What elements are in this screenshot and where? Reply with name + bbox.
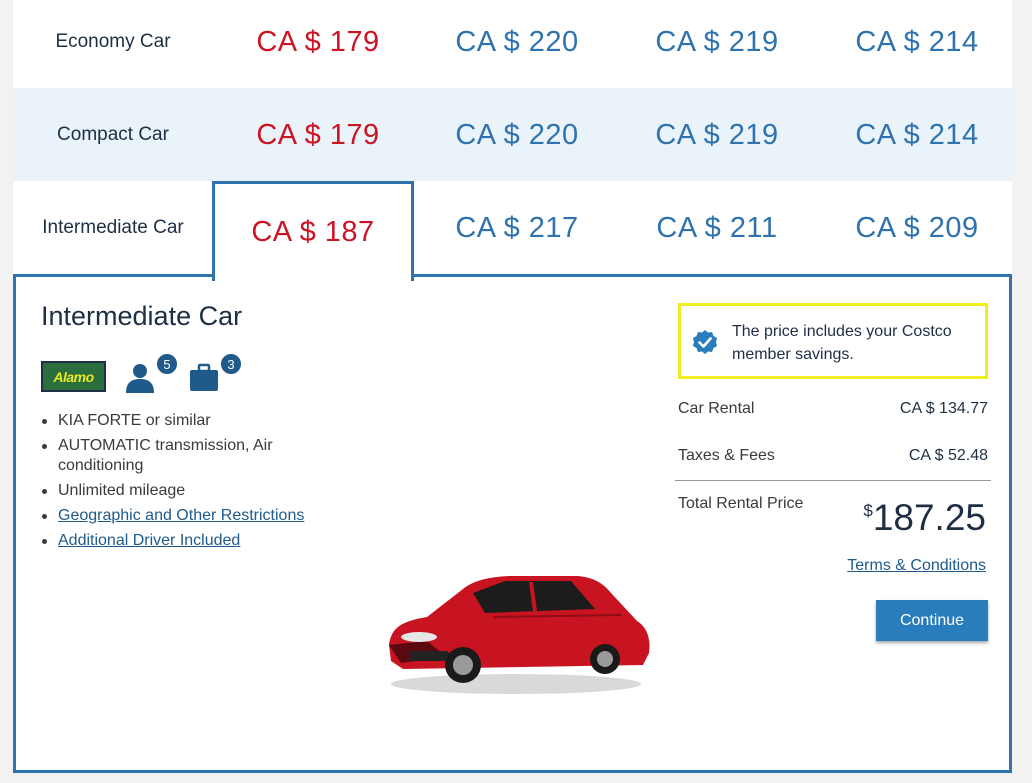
car-category-label: Economy Car: [55, 31, 171, 52]
terms-conditions-link[interactable]: Terms & Conditions: [847, 557, 986, 575]
total-price-value: $187.25: [863, 497, 986, 539]
rate-detail-panel: Intermediate Car Alamo 5 3 KIA FORTE or …: [13, 274, 1012, 773]
car-category-label: Compact Car: [57, 124, 169, 145]
rate-cell[interactable]: CA $ 209: [817, 181, 1017, 275]
total-amount: 187.25: [872, 497, 986, 538]
detail-title: Intermediate Car: [41, 301, 243, 331]
rate-row-compact[interactable]: Compact Car CA $ 179 CA $ 220 CA $ 219 C…: [13, 88, 1012, 182]
spec-item: KIA FORTE or similar: [41, 411, 331, 431]
restrictions-link[interactable]: Geographic and Other Restrictions: [41, 506, 331, 526]
rate-cell[interactable]: CA $ 211: [617, 181, 817, 275]
line-label: Taxes & Fees: [678, 447, 775, 464]
selected-rate-cell[interactable]: CA $ 187: [212, 181, 414, 281]
bag-count-badge: 3: [220, 353, 242, 375]
vendor-logo: Alamo: [41, 361, 106, 392]
rate-cell[interactable]: CA $ 219: [617, 88, 817, 182]
rate-cell[interactable]: CA $ 179: [218, 0, 418, 84]
passenger-count-badge: 5: [156, 353, 178, 375]
total-label: Total Rental Price: [678, 495, 804, 512]
rate-cell[interactable]: CA $ 179: [218, 88, 418, 182]
car-category-label: Intermediate Car: [42, 217, 184, 238]
rate-cell[interactable]: CA $ 220: [417, 0, 617, 84]
rate-cell[interactable]: CA $ 214: [817, 88, 1017, 182]
passenger-capacity: 5: [124, 353, 178, 393]
person-icon: [126, 364, 154, 393]
selected-rate-price: CA $ 187: [251, 216, 375, 248]
member-savings-notice: The price includes your Costco member sa…: [678, 303, 988, 379]
suitcase-icon: [190, 363, 218, 391]
spec-item: Unlimited mileage: [41, 481, 331, 501]
rate-cell[interactable]: CA $ 219: [617, 0, 817, 84]
price-divider: [675, 480, 991, 481]
rate-row-economy[interactable]: Economy Car CA $ 179 CA $ 220 CA $ 219 C…: [13, 0, 1012, 94]
checkmark-badge-icon: [693, 330, 717, 354]
continue-button[interactable]: Continue: [876, 600, 988, 641]
additional-driver-link[interactable]: Additional Driver Included: [41, 531, 331, 551]
line-value: CA $ 134.77: [899, 400, 988, 417]
rate-cell[interactable]: CA $ 217: [417, 181, 617, 275]
total-currency-symbol: $: [863, 501, 873, 520]
savings-message: The price includes your Costco member sa…: [732, 323, 952, 363]
rate-row-intermediate[interactable]: Intermediate Car CA $ 217 CA $ 211 CA $ …: [13, 181, 1012, 275]
rate-cell[interactable]: CA $ 220: [417, 88, 617, 182]
rate-cell[interactable]: CA $ 214: [817, 0, 1017, 84]
line-value: CA $ 52.48: [908, 447, 988, 464]
car-spec-list: KIA FORTE or similar AUTOMATIC transmiss…: [41, 411, 331, 556]
spec-item: AUTOMATIC transmission, Air conditioning: [41, 436, 331, 476]
luggage-capacity: 3: [188, 353, 242, 393]
line-label: Car Rental: [678, 400, 755, 417]
vendor-logo-text: Alamo: [53, 368, 94, 385]
car-image: [389, 576, 650, 694]
